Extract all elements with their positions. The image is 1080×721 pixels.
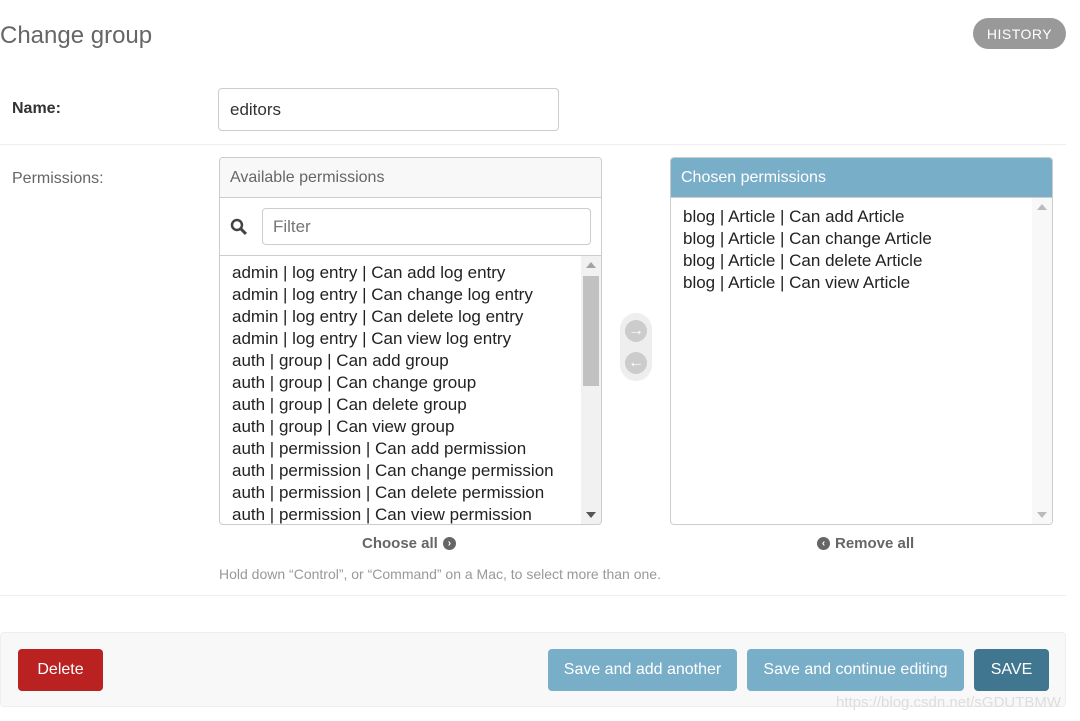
divider bbox=[0, 595, 1066, 596]
list-item[interactable]: blog | Article | Can delete Article bbox=[683, 250, 1040, 272]
available-title: Available permissions bbox=[220, 158, 601, 198]
list-item[interactable]: admin | log entry | Can view log entry bbox=[232, 328, 589, 350]
divider bbox=[0, 144, 1066, 145]
page-title: Change group bbox=[0, 22, 153, 49]
add-arrow-icon[interactable]: → bbox=[625, 320, 647, 342]
remove-all-label: Remove all bbox=[835, 535, 915, 552]
chosen-title: Chosen permissions bbox=[671, 158, 1052, 198]
list-item[interactable]: admin | log entry | Can add log entry bbox=[232, 262, 589, 284]
mover-buttons: → ← bbox=[620, 313, 652, 381]
choose-all-link[interactable]: Choose all › bbox=[362, 535, 456, 552]
choose-all-label: Choose all bbox=[362, 535, 438, 552]
list-item[interactable]: auth | group | Can add group bbox=[232, 350, 589, 372]
arrow-right-icon: › bbox=[442, 537, 456, 550]
list-item[interactable]: blog | Article | Can view Article bbox=[683, 272, 1040, 294]
permissions-label: Permissions: bbox=[12, 170, 104, 187]
history-button[interactable]: HISTORY bbox=[973, 18, 1066, 49]
chosen-list[interactable]: blog | Article | Can add Article blog | A… bbox=[671, 198, 1052, 524]
remove-all-link[interactable]: ‹ Remove all bbox=[817, 535, 914, 552]
name-input[interactable] bbox=[218, 88, 559, 131]
scrollbar[interactable] bbox=[1032, 198, 1052, 524]
save-button[interactable]: SAVE bbox=[974, 649, 1049, 691]
name-label: Name: bbox=[12, 100, 61, 117]
list-item[interactable]: auth | permission | Can view permission bbox=[232, 504, 589, 524]
list-item[interactable]: auth | group | Can change group bbox=[232, 372, 589, 394]
list-item[interactable]: auth | group | Can view group bbox=[232, 416, 589, 438]
chosen-permissions-box: Chosen permissions blog | Article | Can … bbox=[670, 157, 1053, 525]
list-item[interactable]: auth | permission | Can add permission bbox=[232, 438, 589, 460]
arrow-left-icon: ‹ bbox=[817, 537, 830, 550]
remove-arrow-icon[interactable]: ← bbox=[625, 352, 647, 374]
filter-input[interactable] bbox=[261, 208, 591, 245]
list-item[interactable]: admin | log entry | Can delete log entry bbox=[232, 306, 589, 328]
save-and-add-another-button[interactable]: Save and add another bbox=[548, 649, 737, 691]
list-item[interactable]: auth | permission | Can change permissio… bbox=[232, 460, 589, 482]
help-text: Hold down “Control”, or “Command” on a M… bbox=[219, 566, 661, 582]
list-item[interactable]: blog | Article | Can change Article bbox=[683, 228, 1040, 250]
save-and-continue-button[interactable]: Save and continue editing bbox=[747, 649, 964, 691]
available-list[interactable]: admin | log entry | Can add log entry adm… bbox=[220, 256, 601, 524]
delete-button[interactable]: Delete bbox=[18, 649, 103, 691]
scrollbar[interactable] bbox=[581, 256, 601, 524]
watermark: https://blog.csdn.net/sGDUTBMW bbox=[836, 694, 1062, 711]
available-permissions-box: Available permissions admin | log entry … bbox=[219, 157, 602, 525]
list-item[interactable]: blog | Article | Can add Article bbox=[683, 206, 1040, 228]
list-item[interactable]: auth | permission | Can delete permissio… bbox=[232, 482, 589, 504]
list-item[interactable]: admin | log entry | Can change log entry bbox=[232, 284, 589, 306]
list-item[interactable]: auth | group | Can delete group bbox=[232, 394, 589, 416]
search-icon bbox=[230, 218, 248, 235]
